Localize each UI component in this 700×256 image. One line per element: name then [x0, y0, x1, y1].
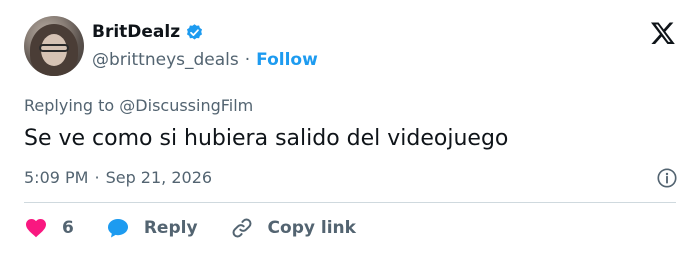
replying-prefix: Replying to — [24, 96, 115, 115]
reply-button[interactable]: Reply — [106, 216, 198, 240]
author-handle-row: @brittneys_deals · Follow — [92, 49, 318, 71]
follow-button[interactable]: Follow — [256, 49, 318, 71]
tweet-timestamp[interactable]: 5:09 PM · Sep 21, 2026 — [24, 168, 212, 187]
tweet-text: Se ve como si hubiera salido del videoju… — [24, 126, 509, 151]
copy-link-label: Copy link — [267, 218, 356, 238]
avatar[interactable] — [24, 16, 84, 76]
author-name-row: BritDealz — [92, 21, 204, 43]
copy-link-button[interactable]: Copy link — [230, 216, 356, 240]
info-icon[interactable] — [656, 167, 678, 189]
separator-dot: · — [94, 168, 100, 187]
tweet-date: Sep 21, 2026 — [105, 168, 213, 187]
link-icon — [232, 218, 252, 238]
replying-mention-link[interactable]: @DiscussingFilm — [119, 96, 253, 115]
tweet-time: 5:09 PM — [24, 168, 89, 187]
heart-icon — [26, 219, 46, 238]
divider — [24, 202, 676, 203]
like-button[interactable]: 6 — [24, 216, 74, 240]
x-logo-icon[interactable] — [650, 20, 676, 46]
verified-badge-icon — [187, 23, 203, 40]
action-bar: 6 Reply Copy link — [24, 216, 388, 240]
like-count: 6 — [62, 218, 74, 238]
reply-label: Reply — [143, 218, 198, 238]
author-display-name[interactable]: BritDealz — [92, 21, 180, 43]
reply-bubble-icon — [107, 219, 128, 238]
author-handle[interactable]: @brittneys_deals — [92, 49, 239, 71]
replying-to: Replying to @DiscussingFilm — [24, 96, 253, 115]
separator-dot: · — [244, 50, 251, 70]
